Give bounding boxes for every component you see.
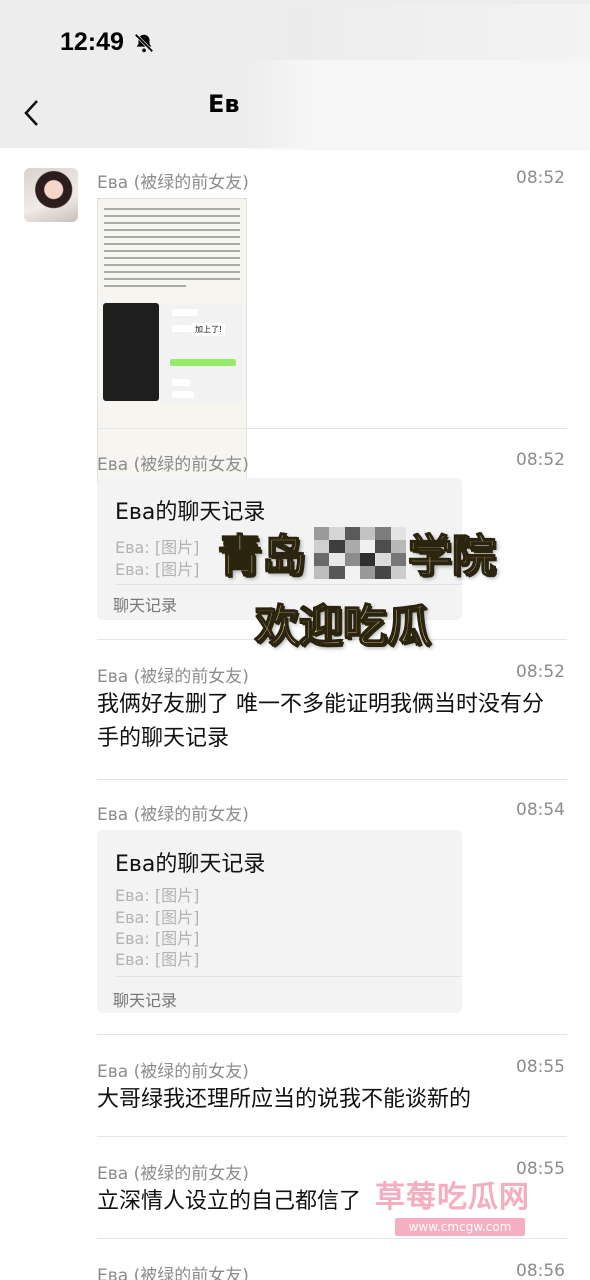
- avatar[interactable]: [24, 168, 78, 222]
- blur-overlay: [245, 60, 590, 150]
- image-chat-screenshot: [160, 303, 242, 403]
- watermark-url: www.cmcgw.com: [395, 1218, 525, 1236]
- chat-history-screen: 12:49 Eв Eва (被绿的前女友) 08:52 加上了! Eва (被绿…: [0, 0, 590, 1280]
- message-time: 08:52: [516, 450, 565, 470]
- overlay-caption-line2: 欢迎吃瓜: [254, 600, 432, 653]
- record-line: Eва: [图片]: [115, 950, 200, 969]
- record-line: Eва: [图片]: [115, 560, 200, 579]
- sender-name: Eва (被绿的前女友): [97, 1266, 249, 1280]
- sender-name: Eва (被绿的前女友): [97, 1164, 249, 1184]
- message-time: 08:52: [516, 662, 565, 682]
- message-text: 我俩好友删了 唯一不多能证明我俩当时没有分手的聊天记录: [97, 692, 544, 751]
- status-time: 12:49: [60, 28, 124, 56]
- message-time: 08:56: [516, 1261, 565, 1280]
- message-text: 大哥绿我还理所应当的说我不能谈新的: [97, 1087, 472, 1112]
- chat-record-card[interactable]: Eва的聊天记录 Eва: [图片] Eва: [图片] Eва: [图片] E…: [97, 830, 462, 1013]
- bell-muted-icon: [134, 33, 154, 53]
- record-divider: [115, 584, 462, 585]
- image-phone-screenshot: [103, 303, 159, 401]
- record-title: Eва的聊天记录: [115, 852, 266, 877]
- sender-name: Eва (被绿的前女友): [97, 1062, 249, 1082]
- sender-name: Eва (被绿的前女友): [97, 455, 249, 475]
- record-footer: 聊天记录: [113, 596, 178, 615]
- watermark-text: 草莓吃瓜网: [375, 1180, 530, 1215]
- record-divider: [115, 976, 462, 977]
- back-chevron-icon[interactable]: [22, 98, 42, 128]
- message-entry: Eва (被绿的前女友) 08:52 我俩好友删了 唯一不多能证明我俩当时没有分…: [0, 640, 590, 780]
- chat-title: Eв: [208, 90, 240, 118]
- image-tag-text: 加上了!: [192, 323, 226, 336]
- sender-name: Eва (被绿的前女友): [97, 805, 249, 825]
- message-entry: Eва (被绿的前女友) 08:55 大哥绿我还理所应当的说我不能谈新的: [0, 1035, 590, 1137]
- message-entry: Eва (被绿的前女友) 08:56: [0, 1239, 590, 1280]
- overlay-caption-line1-left: 青岛: [217, 530, 307, 583]
- top-bar: 12:49 Eв: [0, 0, 590, 150]
- record-line: Eва: [图片]: [115, 886, 200, 905]
- message-time: 08:54: [516, 800, 565, 820]
- image-text-block: [104, 203, 240, 292]
- message-entry: Eва (被绿的前女友) 08:52 加上了!: [0, 148, 590, 558]
- message-time: 08:52: [516, 168, 565, 188]
- message-time: 08:55: [516, 1057, 565, 1077]
- mosaic-censor: [314, 527, 406, 579]
- overlay-caption-line1-right: 学院: [407, 530, 497, 583]
- record-line: Eва: [图片]: [115, 538, 200, 557]
- message-entry: Eва (被绿的前女友) 08:54 Eва的聊天记录 Eва: [图片] Eв…: [0, 780, 590, 1035]
- divider: [97, 428, 567, 429]
- sender-name: Eва (被绿的前女友): [97, 667, 249, 687]
- record-footer: 聊天记录: [113, 991, 178, 1010]
- sender-name: Eва (被绿的前女友): [97, 173, 249, 193]
